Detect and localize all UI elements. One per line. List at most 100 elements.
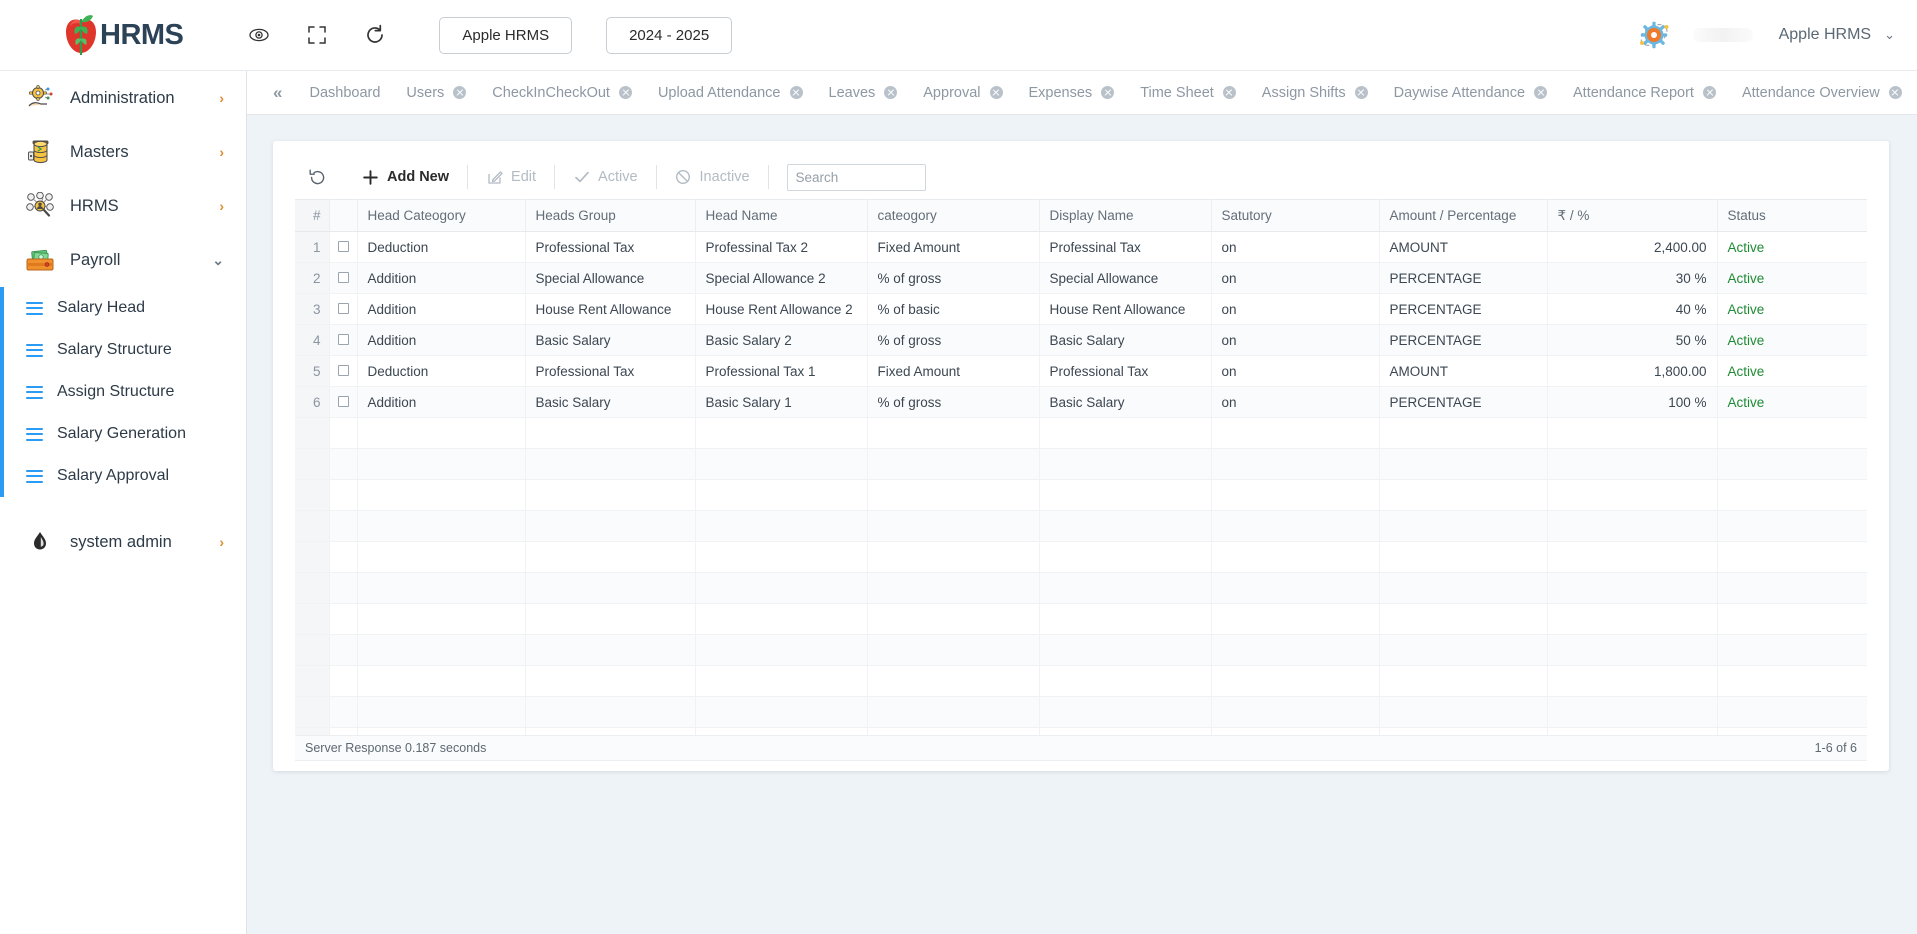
empty-cell — [525, 696, 696, 728]
col-status[interactable]: Status — [1717, 199, 1867, 232]
empty-cell — [357, 634, 526, 666]
col-satutory[interactable]: Satutory — [1211, 199, 1380, 232]
set-active-button[interactable]: Active — [559, 161, 652, 193]
empty-cell — [1379, 727, 1548, 735]
col-head-category[interactable]: Head Cateogory — [357, 199, 526, 232]
app-logo[interactable]: HRMS — [60, 13, 184, 57]
company-selector-button[interactable]: Apple HRMS — [439, 16, 573, 54]
col-value[interactable]: ₹ / % — [1547, 199, 1718, 232]
table-row[interactable]: 4 Addition Basic Salary Basic Salary 2% of … — [295, 324, 1867, 356]
empty-cell — [1039, 603, 1212, 635]
row-checkbox-cell[interactable] — [329, 324, 358, 356]
row-checkbox[interactable] — [337, 333, 349, 345]
tabs-collapse-icon[interactable]: « — [259, 83, 296, 103]
eye-icon[interactable] — [239, 15, 279, 55]
table-row[interactable]: 6 Addition Basic Salary Basic Salary 1% of … — [295, 386, 1867, 418]
sidebar-item-assign-structure[interactable]: Assign Structure — [0, 371, 246, 413]
row-checkbox-cell[interactable] — [329, 262, 358, 294]
cell-value: 40 % — [1547, 293, 1718, 325]
close-icon[interactable] — [884, 86, 898, 99]
tab-approval[interactable]: Approval — [910, 85, 1015, 101]
sidebar-item-hrms[interactable]: HRMS › — [0, 179, 246, 233]
tab-users[interactable]: Users — [393, 85, 479, 101]
tab-time-sheet[interactable]: Time Sheet — [1127, 85, 1249, 101]
row-checkbox[interactable] — [337, 302, 349, 314]
close-icon[interactable] — [1702, 86, 1716, 99]
sidebar-item-payroll[interactable]: Payroll ⌄ — [0, 233, 246, 287]
close-icon[interactable] — [1534, 86, 1548, 99]
tab-label: Users — [406, 84, 445, 101]
tab-assign-shifts[interactable]: Assign Shifts — [1249, 85, 1381, 101]
row-checkbox-cell[interactable] — [329, 293, 358, 325]
row-checkbox-cell[interactable] — [329, 355, 358, 387]
sidebar-item-administration[interactable]: Administration › — [0, 71, 246, 125]
empty-cell — [1717, 572, 1867, 604]
ban-circle-icon — [675, 169, 692, 186]
table-row[interactable]: 5 Deduction Professional Tax Professional T… — [295, 355, 1867, 387]
empty-table-row — [295, 603, 1867, 635]
row-checkbox-cell[interactable] — [329, 231, 358, 263]
sidebar-item-system-admin[interactable]: system admin › — [0, 515, 246, 569]
empty-cell — [357, 603, 526, 635]
tab-daywise-attendance[interactable]: Daywise Attendance — [1381, 85, 1560, 101]
chevron-down-icon[interactable]: ⌄ — [1884, 27, 1895, 43]
sidebar-item-salary-approval[interactable]: Salary Approval — [0, 455, 246, 497]
close-icon[interactable] — [1888, 86, 1902, 99]
empty-cell — [1211, 727, 1380, 735]
tab-upload-attendance[interactable]: Upload Attendance — [645, 85, 816, 101]
cell-index: 4 — [295, 324, 330, 356]
refresh-icon[interactable] — [355, 15, 395, 55]
close-icon[interactable] — [989, 86, 1003, 99]
row-checkbox-cell[interactable] — [329, 386, 358, 418]
loading-placeholder — [1692, 28, 1753, 42]
masters-database-icon — [26, 138, 54, 166]
tab-label: CheckInCheckOut — [492, 84, 610, 101]
row-checkbox[interactable] — [337, 240, 349, 252]
set-inactive-button[interactable]: Inactive — [661, 161, 764, 193]
tab-attendance-report[interactable]: Attendance Report — [1560, 85, 1729, 101]
tab-checkincheckout[interactable]: CheckInCheckOut — [479, 85, 645, 101]
close-icon[interactable] — [1222, 86, 1236, 99]
fullscreen-icon[interactable] — [297, 15, 337, 55]
close-icon[interactable] — [453, 86, 467, 99]
row-checkbox-cell — [329, 448, 358, 480]
close-icon[interactable] — [1354, 86, 1368, 99]
gear-icon[interactable] — [1637, 18, 1671, 52]
close-icon[interactable] — [618, 86, 632, 99]
empty-cell — [1379, 696, 1548, 728]
col-amount-percentage[interactable]: Amount / Percentage — [1379, 199, 1548, 232]
edit-button[interactable]: Edit — [472, 161, 550, 193]
tab-leaves[interactable]: Leaves — [816, 85, 911, 101]
close-icon[interactable] — [1101, 86, 1115, 99]
user-menu-label[interactable]: Apple HRMS — [1779, 26, 1871, 44]
col-head-name[interactable]: Head Name — [695, 199, 868, 232]
menu-bars-icon — [26, 301, 43, 316]
tab-expenses[interactable]: Expenses — [1016, 85, 1128, 101]
salary-head-table-wrapper: # Head Cateogory Heads Group Head Name c… — [295, 199, 1867, 735]
add-new-button[interactable]: Add New — [348, 161, 463, 193]
search-input[interactable] — [786, 163, 926, 191]
close-icon[interactable] — [789, 86, 803, 99]
refresh-grid-button[interactable] — [295, 161, 348, 193]
col-cateogory[interactable]: cateogory — [867, 199, 1040, 232]
table-row[interactable]: 1 Deduction Professional Tax Professinal Ta… — [295, 231, 1867, 263]
col-display-name[interactable]: Display Name — [1039, 199, 1212, 232]
sidebar-subitem-label: Assign Structure — [57, 383, 175, 400]
row-checkbox[interactable] — [337, 395, 349, 407]
col-heads-group[interactable]: Heads Group — [525, 199, 696, 232]
tab-attendance-overview[interactable]: Attendance Overview — [1729, 85, 1915, 101]
financial-year-button[interactable]: 2024 - 2025 — [606, 16, 733, 54]
sidebar-item-salary-head[interactable]: Salary Head — [0, 287, 246, 329]
empty-cell — [1211, 510, 1380, 542]
sidebar-item-salary-structure[interactable]: Salary Structure — [0, 329, 246, 371]
cell-heads-group: Professional Tax — [525, 231, 696, 263]
tab-dashboard[interactable]: Dashboard — [296, 85, 393, 101]
row-checkbox[interactable] — [337, 271, 349, 283]
sidebar-item-masters[interactable]: Masters › — [0, 125, 246, 179]
cell-satutory: on — [1211, 386, 1380, 418]
table-row[interactable]: 3 Addition House Rent Allowance House Rent … — [295, 293, 1867, 325]
sidebar-item-salary-generation[interactable]: Salary Generation — [0, 413, 246, 455]
row-checkbox[interactable] — [337, 364, 349, 376]
tab-bar: « Dashboard Users CheckInCheckOut Upload… — [247, 71, 1917, 115]
table-row[interactable]: 2 Addition Special Allowance Special Allowa… — [295, 262, 1867, 294]
